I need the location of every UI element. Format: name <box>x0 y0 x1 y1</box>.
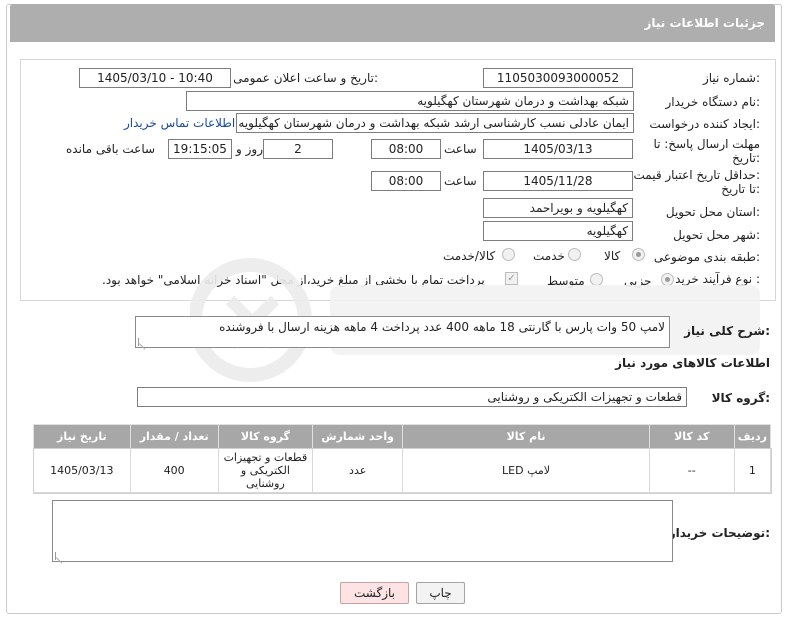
reply-deadline-label: مهلت ارسال پاسخ: تا <box>653 137 760 151</box>
price-validity-label-2: تا تاریخ: <box>721 182 760 196</box>
table-row[interactable]: 1 -- لامپ LED عدد قطعات و تجهیزات الکتری… <box>32 447 772 494</box>
city-field[interactable]: کهگیلویه <box>483 221 633 241</box>
process-label: نوع فرآیند خرید : <box>675 272 760 286</box>
price-validity-time-label: ساعت <box>444 174 477 188</box>
resize-grip-icon[interactable] <box>55 552 63 560</box>
price-validity-label: حداقل تاریخ اعتبار قیمت: <box>633 168 760 182</box>
buyer-notes-label: توضیحات خریدار: <box>668 526 770 540</box>
price-validity-time-field[interactable]: 08:00 <box>371 171 441 191</box>
description-field[interactable]: لامپ 50 وات پارس با گارنتی 18 ماهه 400 ع… <box>135 316 670 348</box>
remaining-time-field[interactable]: 19:15:05 <box>168 139 232 159</box>
goods-group-label: گروه کالا: <box>711 391 770 405</box>
goods-table-header: ردیف کد کالا نام کالا واحد شمارش گروه کا… <box>33 424 772 449</box>
reply-deadline-label-2: تاریخ: <box>732 151 760 165</box>
reply-time-label: ساعت <box>444 142 477 156</box>
announce-field[interactable]: 1405/03/10 - 10:40 <box>79 68 231 88</box>
buyer-notes-field[interactable] <box>52 500 673 562</box>
col-group: گروه کالا <box>217 424 314 449</box>
print-button[interactable]: چاپ <box>416 582 465 604</box>
need-number-field[interactable]: 1105030093000052 <box>483 68 633 88</box>
cell-unit: عدد <box>311 448 404 493</box>
price-validity-date-field[interactable]: 1405/11/28 <box>483 171 633 191</box>
category-label: طبقه بندی موضوعی: <box>653 250 760 264</box>
treasury-payment-text: پرداخت تمام یا بخشی از مبلغ خرید،از محل … <box>102 273 485 287</box>
category-service-label: خدمت <box>533 249 565 263</box>
col-quantity: تعداد / مقدار <box>129 424 219 449</box>
buyer-contact-link[interactable]: اطلاعات تماس خریدار <box>124 116 235 130</box>
treasury-payment-checkbox[interactable]: ✓ <box>505 272 518 285</box>
cell-row: 1 <box>733 448 772 493</box>
cell-code: -- <box>648 448 735 493</box>
description-label: شرح کلی نیاز: <box>684 324 770 338</box>
days-field[interactable]: 2 <box>263 139 333 159</box>
process-medium-label: متوسط <box>547 274 585 288</box>
buyer-org-field[interactable]: شبکه بهداشت و درمان شهرستان کهگیلویه <box>186 91 634 111</box>
province-label: استان محل تحویل: <box>665 205 760 219</box>
goods-section-title: اطلاعات کالاهای مورد نیاز <box>615 356 770 370</box>
process-minor-label: جزیی <box>624 274 652 288</box>
reply-time-field[interactable]: 08:00 <box>371 139 441 159</box>
col-row: ردیف <box>733 424 772 449</box>
col-code: کد کالا <box>648 424 735 449</box>
category-both-label: کالا/خدمت <box>443 249 496 263</box>
reply-date-field[interactable]: 1405/03/13 <box>483 139 633 159</box>
back-button[interactable]: بازگشت <box>340 582 409 604</box>
page-title: جزئیات اطلاعات نیاز <box>644 16 765 30</box>
cell-group: قطعات و تجهیزات الکتریکی و روشنایی <box>217 448 314 493</box>
announce-label: تاریخ و ساعت اعلان عمومی: <box>233 71 378 85</box>
process-medium-radio[interactable] <box>590 273 603 286</box>
page-header: جزئیات اطلاعات نیاز <box>10 4 775 42</box>
cell-quantity: 400 <box>129 448 219 493</box>
cell-date: 1405/03/13 <box>33 448 131 493</box>
creator-field[interactable]: ایمان عادلی نسب کارشناسی ارشد شبکه بهداش… <box>236 113 634 133</box>
goods-table: ردیف کد کالا نام کالا واحد شمارش گروه کا… <box>32 424 772 494</box>
buyer-org-label: نام دستگاه خریدار: <box>665 95 761 109</box>
col-date: تاریخ نیاز <box>33 424 131 449</box>
need-number-label: شماره نیاز: <box>702 71 760 85</box>
resize-grip-icon[interactable] <box>138 338 146 346</box>
process-minor-radio[interactable] <box>661 273 674 286</box>
category-goods-label: کالا <box>604 249 621 263</box>
col-unit: واحد شمارش <box>311 424 404 449</box>
cell-name: لامپ LED <box>402 448 650 493</box>
remaining-label: ساعت باقی مانده <box>66 142 156 156</box>
description-text: لامپ 50 وات پارس با گارنتی 18 ماهه 400 ع… <box>219 320 665 334</box>
city-label: شهر محل تحویل: <box>673 228 760 242</box>
category-goods-radio[interactable] <box>632 248 645 261</box>
goods-group-field[interactable]: قطعات و تجهیزات الکتریکی و روشنایی <box>137 387 687 407</box>
col-name: نام کالا <box>402 424 650 449</box>
province-field[interactable]: کهگیلویه و بویراحمد <box>483 198 633 218</box>
category-both-radio[interactable] <box>502 248 515 261</box>
category-service-radio[interactable] <box>568 248 581 261</box>
days-label: روز و <box>236 142 263 156</box>
creator-label: ایجاد کننده درخواست: <box>649 117 760 131</box>
